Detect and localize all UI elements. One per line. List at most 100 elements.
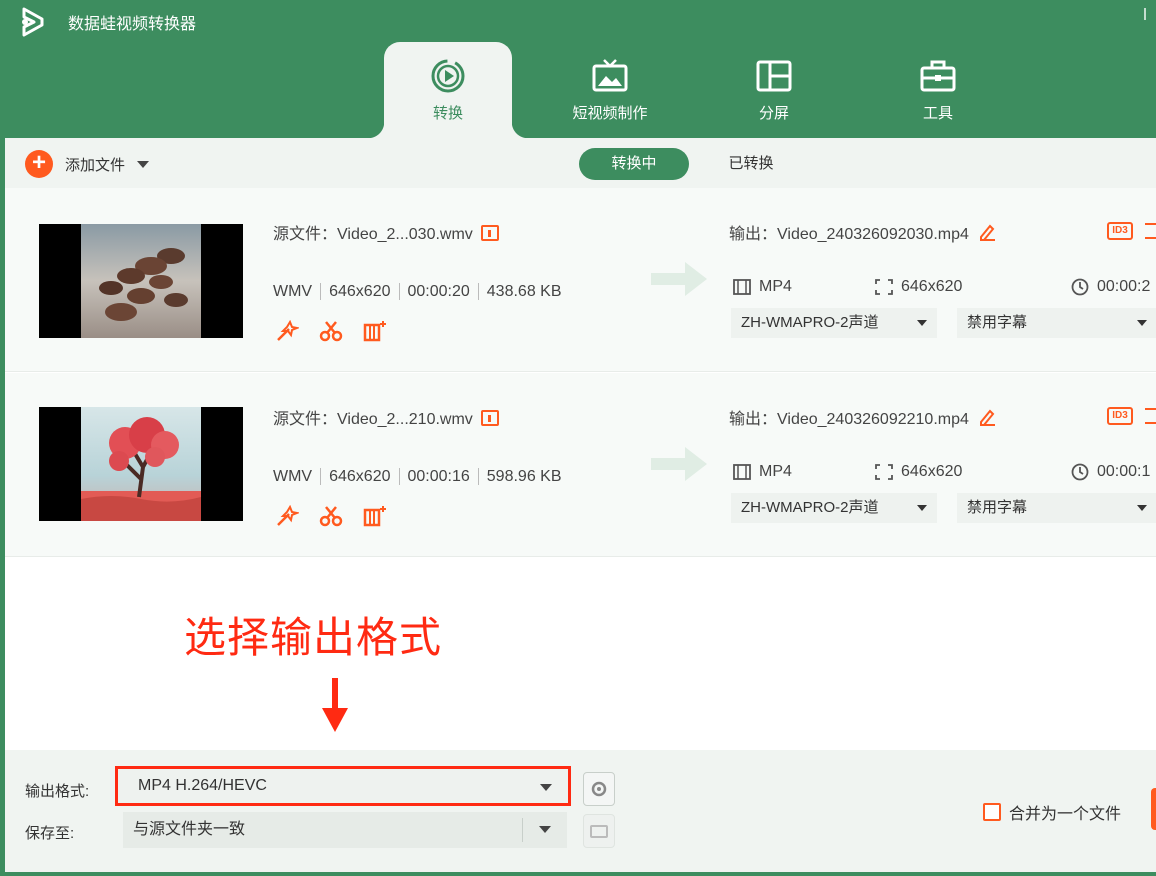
source-file: 源文件：Video_2...210.wmv (273, 405, 499, 429)
annotation-arrow-icon (322, 678, 348, 732)
chevron-down-icon (1137, 320, 1147, 326)
tab-label: 转换 (432, 105, 463, 122)
compress-icon[interactable] (1145, 223, 1156, 239)
output-format-value: MP4 H.264/HEVC (138, 777, 267, 794)
id3-tag-button[interactable]: ID3 (1107, 407, 1133, 425)
output-duration: 00:00:2 (1097, 278, 1151, 295)
output-format: MP4 (759, 278, 792, 295)
scissors-icon[interactable] (319, 505, 343, 527)
tab-tools[interactable]: 工具 (874, 42, 1002, 138)
tab-short-video[interactable]: 短视频制作 (546, 42, 674, 138)
audio-track-value: ZH-WMAPRO-2声道 (741, 314, 879, 331)
convert-arrow-icon (651, 447, 707, 481)
save-to-select[interactable]: 与源文件夹一致 (123, 812, 567, 848)
add-files-label: 添加文件 (65, 156, 126, 174)
window-control[interactable] (1144, 8, 1152, 20)
source-duration: 00:00:16 (398, 468, 470, 485)
toolbox-icon (920, 60, 956, 92)
source-duration: 00:00:20 (398, 283, 470, 300)
source-file-name: 源文件：Video_2...210.wmv (273, 411, 473, 428)
info-icon[interactable] (480, 410, 499, 426)
audio-track-select[interactable]: ZH-WMAPRO-2声道 (731, 308, 937, 338)
chevron-down-icon (539, 826, 551, 833)
edit-tools (275, 505, 389, 527)
chevron-down-icon[interactable] (137, 160, 150, 168)
source-size: 438.68 KB (477, 283, 562, 300)
audio-track-value: ZH-WMAPRO-2声道 (741, 499, 879, 516)
source-file-name: 源文件：Video_2...030.wmv (273, 226, 473, 243)
plus-icon: + (25, 150, 53, 178)
info-icon[interactable] (480, 225, 499, 241)
output-file: 输出：Video_240326092210.mp4 (729, 405, 995, 429)
video-edit-icon[interactable] (363, 320, 389, 342)
tab-split-screen[interactable]: 分屏 (710, 42, 838, 138)
resize-icon (875, 464, 893, 480)
toolbar: + 添加文件 转换中 已转换 (5, 138, 1156, 188)
output-resolution: 646x620 (901, 278, 963, 295)
output-format-label: 输出格式: (25, 783, 90, 800)
subtitle-value: 禁用字幕 (967, 314, 1028, 331)
edit-tools (275, 320, 389, 342)
audio-track-select[interactable]: ZH-WMAPRO-2声道 (731, 493, 937, 523)
clock-icon (1071, 278, 1089, 296)
resize-icon (875, 279, 893, 295)
film-icon (733, 279, 751, 295)
output-file: 输出：Video_240326092030.mp4 (729, 220, 995, 244)
chevron-down-icon (540, 784, 552, 791)
source-meta: WMV 646x620 00:00:16 598.96 KB (273, 468, 562, 486)
magic-wand-icon[interactable] (275, 505, 299, 527)
subtitle-select[interactable]: 禁用字幕 (957, 308, 1156, 338)
magic-wand-icon[interactable] (275, 320, 299, 342)
film-icon (733, 464, 751, 480)
convert-icon (431, 59, 465, 93)
scissors-icon[interactable] (319, 320, 343, 342)
gear-icon (591, 781, 607, 797)
tab-convert[interactable]: 转换 (368, 42, 528, 138)
video-edit-icon[interactable] (363, 505, 389, 527)
tab-label: 分屏 (758, 105, 789, 122)
tv-icon (592, 59, 628, 92)
output-duration: 00:00:1 (1097, 463, 1151, 480)
edit-name-icon[interactable] (979, 408, 995, 426)
chevron-down-icon (1137, 505, 1147, 511)
tab-label: 工具 (922, 105, 953, 122)
id3-tag-button[interactable]: ID3 (1107, 222, 1133, 240)
convert-all-button[interactable] (1151, 788, 1156, 830)
add-files-button[interactable]: + 添加文件 (25, 150, 150, 178)
tab-label: 短视频制作 (572, 105, 648, 122)
format-settings-button[interactable] (583, 772, 615, 806)
compress-icon[interactable] (1145, 408, 1156, 424)
video-thumbnail[interactable] (39, 407, 243, 521)
subtitle-value: 禁用字幕 (967, 499, 1028, 516)
tab-converting[interactable]: 转换中 (579, 148, 689, 180)
tree-thumbnail-image (81, 407, 201, 521)
bottom-bar: 输出格式: MP4 H.264/HEVC 保存至: 与源文件夹一致 合并为一个文… (5, 750, 1156, 872)
source-format: WMV (273, 283, 313, 300)
edit-name-icon[interactable] (979, 223, 995, 241)
annotation-text: 选择输出格式 (184, 614, 443, 661)
clock-icon (1071, 463, 1089, 481)
source-format: WMV (273, 468, 313, 485)
split-screen-icon (756, 60, 792, 92)
output-format-select[interactable]: MP4 H.264/HEVC (115, 766, 571, 806)
open-folder-button[interactable] (583, 814, 615, 848)
source-file: 源文件：Video_2...030.wmv (273, 220, 499, 244)
convert-arrow-icon (651, 262, 707, 296)
output-file-name: 输出：Video_240326092030.mp4 (729, 226, 969, 243)
output-file-name: 输出：Video_240326092210.mp4 (729, 411, 969, 428)
chevron-down-icon (917, 505, 927, 511)
chevron-down-icon (917, 320, 927, 326)
merge-checkbox[interactable]: 合并为一个文件 (983, 800, 1121, 824)
rocks-thumbnail-image (81, 224, 201, 338)
video-thumbnail[interactable] (39, 224, 243, 338)
source-resolution: 646x620 (320, 283, 391, 300)
save-to-label: 保存至: (25, 825, 75, 842)
app-logo-icon (22, 7, 44, 37)
file-row: 源文件：Video_2...210.wmv WMV 646x620 00:00:16… (5, 373, 1156, 557)
subtitle-select[interactable]: 禁用字幕 (957, 493, 1156, 523)
tab-converted[interactable]: 已转换 (703, 148, 799, 180)
output-resolution: 646x620 (901, 463, 963, 480)
source-meta: WMV 646x620 00:00:20 438.68 KB (273, 283, 562, 301)
title-bar: 数据蛙视频转换器 转换 短视频制作 分屏 工具 (0, 0, 1156, 138)
checkbox-icon (983, 803, 1001, 821)
